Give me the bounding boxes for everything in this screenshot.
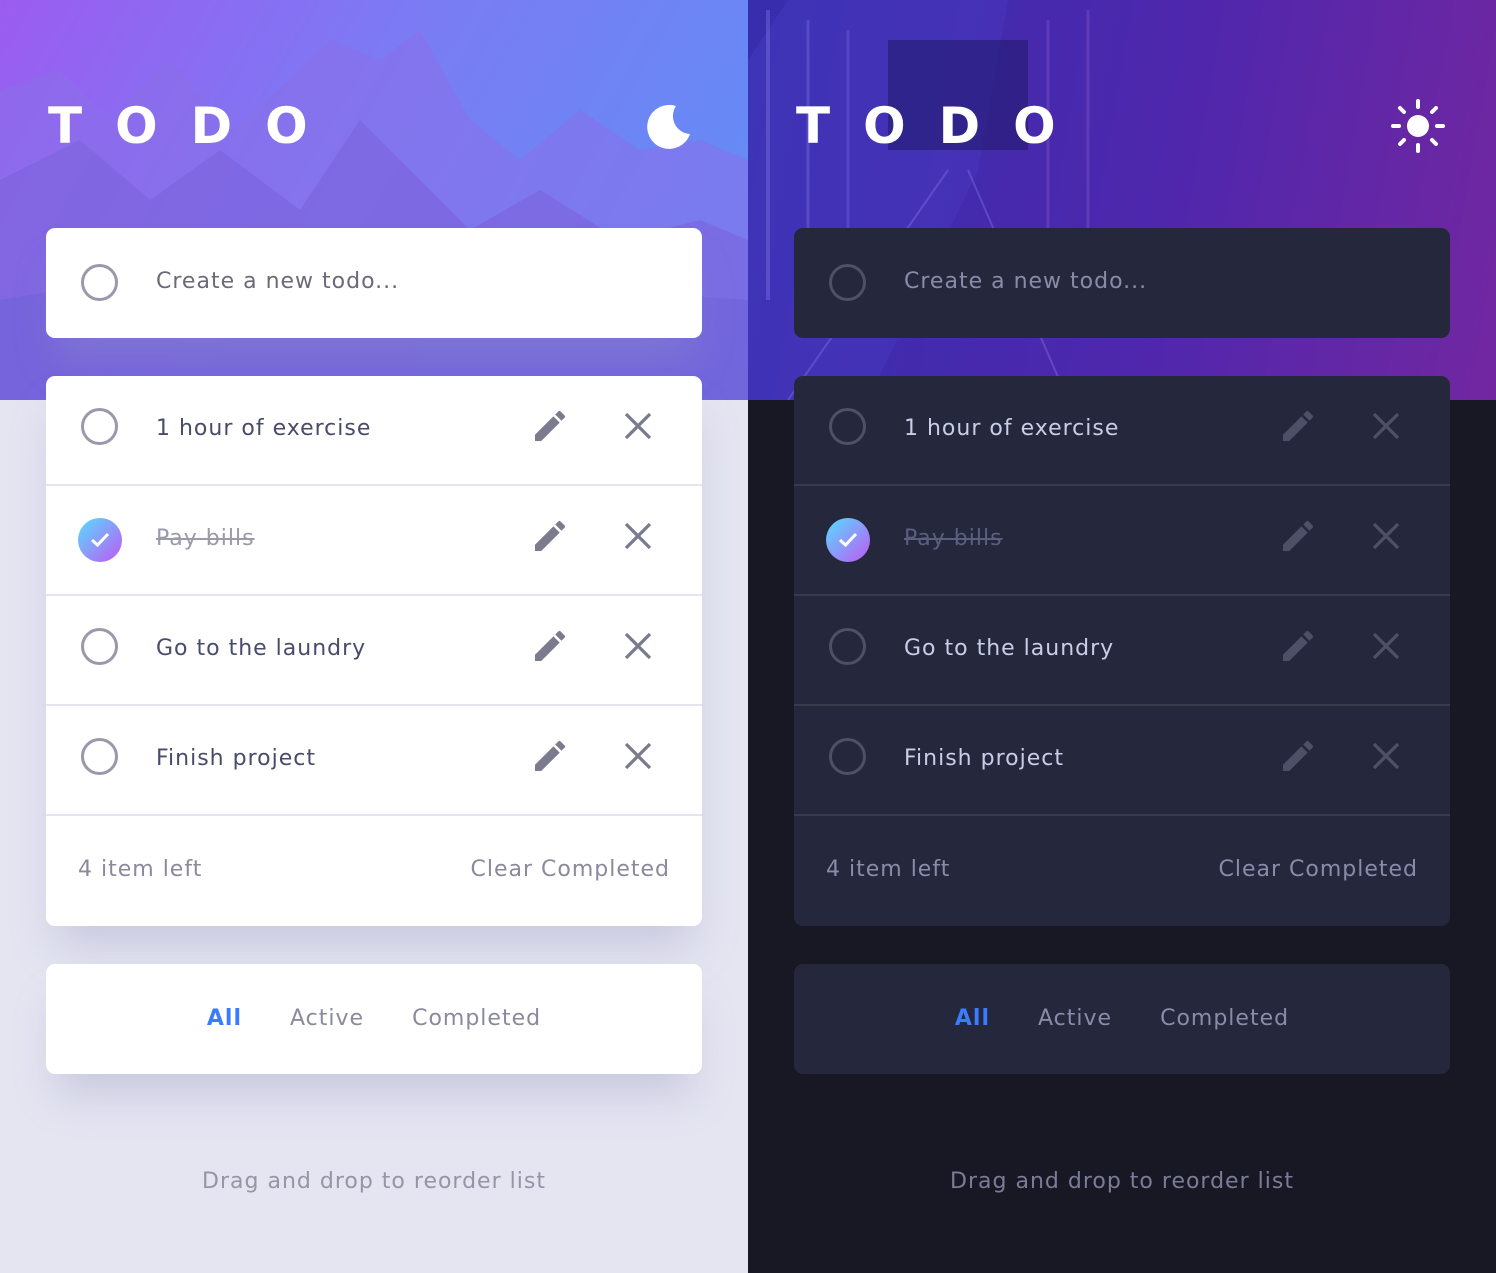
todo-label: 1 hour of exercise [156,416,372,441]
todo-label: Go to the laundry [904,636,1115,661]
todo-item[interactable]: Finish project [46,706,702,816]
edit-pencil-icon[interactable] [530,736,570,776]
todo-item[interactable]: 1 hour of exercise [794,376,1450,486]
header-background-image: TODO [0,0,748,400]
todo-label: Go to the laundry [156,636,367,661]
todo-checkbox[interactable] [829,628,866,665]
list-footer: 4 item left Clear Completed [46,816,702,926]
check-icon [90,532,110,548]
clear-completed-button[interactable]: Clear Completed [1218,854,1418,886]
filter-completed[interactable]: Completed [1160,1003,1289,1035]
check-icon [838,532,858,548]
sun-icon [1391,99,1445,153]
delete-x-icon[interactable] [1368,518,1404,554]
edit-pencil-icon[interactable] [1278,406,1318,446]
filter-all[interactable]: All [955,1003,990,1035]
delete-x-icon[interactable] [1368,408,1404,444]
todo-checkbox-checked[interactable] [826,518,870,562]
todo-label: Finish project [904,746,1064,771]
items-left-count: 4 item left [826,857,951,882]
new-todo-checkbox[interactable] [829,264,866,301]
edit-pencil-icon[interactable] [1278,516,1318,556]
new-todo-checkbox[interactable] [81,264,118,301]
mountain-scene [0,30,748,400]
todo-checkbox[interactable] [81,738,118,775]
todo-checkbox[interactable] [829,408,866,445]
todo-checkbox[interactable] [829,738,866,775]
delete-x-icon[interactable] [620,518,656,554]
todo-label: Pay bills [904,526,1003,551]
delete-x-icon[interactable] [620,408,656,444]
todo-item[interactable]: Pay bills [794,486,1450,596]
delete-x-icon[interactable] [1368,628,1404,664]
delete-x-icon[interactable] [1368,738,1404,774]
app-title: TODO [48,97,341,155]
todo-checkbox-checked[interactable] [78,518,122,562]
todo-checkbox[interactable] [81,628,118,665]
filter-all[interactable]: All [207,1003,242,1035]
todo-label: 1 hour of exercise [904,416,1120,441]
filter-completed[interactable]: Completed [412,1003,541,1035]
new-todo-input-card[interactable]: Create a new todo... [794,228,1450,338]
moon-icon [647,104,690,149]
filter-active[interactable]: Active [290,1003,364,1035]
dark-theme-panel: TODO Create a new todo... 1 hour of exer… [748,0,1496,1273]
edit-pencil-icon[interactable] [530,516,570,556]
edit-pencil-icon[interactable] [530,406,570,446]
delete-x-icon[interactable] [620,738,656,774]
filter-bar: All Active Completed [794,964,1450,1074]
todo-item[interactable]: 1 hour of exercise [46,376,702,486]
new-todo-input[interactable]: Create a new todo... [156,266,399,298]
todo-item[interactable]: Pay bills [46,486,702,596]
clear-completed-button[interactable]: Clear Completed [470,854,670,886]
filter-bar: All Active Completed [46,964,702,1074]
new-todo-input-card[interactable]: Create a new todo... [46,228,702,338]
todo-list: 1 hour of exercise Pay bills Go to the l… [794,376,1450,926]
corridor-scene [748,0,1496,400]
reorder-hint: Drag and drop to reorder list [202,1169,546,1194]
edit-pencil-icon[interactable] [1278,736,1318,776]
header-background-image: TODO [748,0,1496,400]
app-title: TODO [796,97,1089,155]
filter-active[interactable]: Active [1038,1003,1112,1035]
reorder-hint: Drag and drop to reorder list [950,1169,1294,1194]
edit-pencil-icon[interactable] [530,626,570,666]
theme-toggle-button[interactable] [640,98,700,154]
todo-label: Finish project [156,746,316,771]
items-left-count: 4 item left [78,857,203,882]
todo-checkbox[interactable] [81,408,118,445]
todo-item[interactable]: Finish project [794,706,1450,816]
todo-label: Pay bills [156,526,255,551]
light-theme-panel: TODO Create a new todo... 1 hour of exer… [0,0,748,1273]
delete-x-icon[interactable] [620,628,656,664]
todo-item[interactable]: Go to the laundry [46,596,702,706]
new-todo-input[interactable]: Create a new todo... [904,266,1147,298]
edit-pencil-icon[interactable] [1278,626,1318,666]
todo-list: 1 hour of exercise Pay bills Go to the l… [46,376,702,926]
todo-item[interactable]: Go to the laundry [794,596,1450,706]
list-footer: 4 item left Clear Completed [794,816,1450,926]
theme-toggle-button[interactable] [1388,98,1448,154]
